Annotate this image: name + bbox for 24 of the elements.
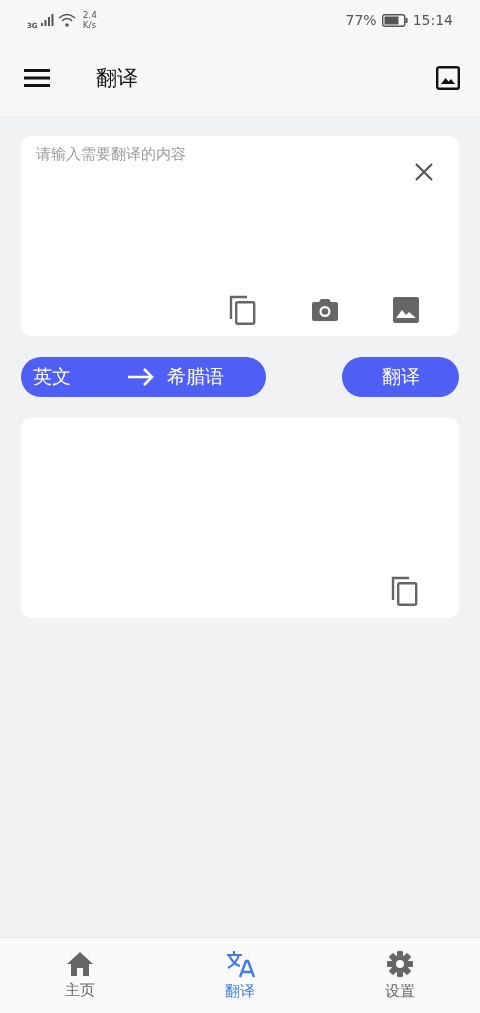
battery-percent: 77% xyxy=(345,12,377,28)
speed-value: 2.4 xyxy=(82,10,97,20)
nav-tab[interactable]: 主页 xyxy=(20,938,140,1013)
copy-icon[interactable] xyxy=(229,295,257,325)
signal-icon xyxy=(40,14,55,26)
battery-icon xyxy=(381,13,408,27)
clock: 15:14 xyxy=(412,12,453,28)
nav-tab[interactable]: 翻译 xyxy=(180,938,300,1013)
language-selector[interactable]: 英文 希腊语 xyxy=(21,357,266,397)
target-language: 希腊语 xyxy=(167,364,224,389)
app-title: 翻译 xyxy=(96,65,139,92)
menu-icon[interactable] xyxy=(24,68,50,88)
arrow-icon xyxy=(127,367,155,387)
translate-button[interactable]: 翻译 xyxy=(342,357,459,397)
copy-icon[interactable] xyxy=(391,576,419,606)
image-icon[interactable] xyxy=(436,66,460,90)
speed-unit: K/s xyxy=(82,20,97,30)
source-language: 英文 xyxy=(33,364,71,389)
home-icon xyxy=(66,951,94,977)
input-field[interactable]: 请输入需要翻译的内容 xyxy=(21,136,459,336)
wifi-icon xyxy=(57,13,76,27)
translate-icon xyxy=(225,950,255,978)
nav-tab[interactable]: 设置 xyxy=(340,938,460,1013)
close-icon[interactable] xyxy=(414,162,434,182)
